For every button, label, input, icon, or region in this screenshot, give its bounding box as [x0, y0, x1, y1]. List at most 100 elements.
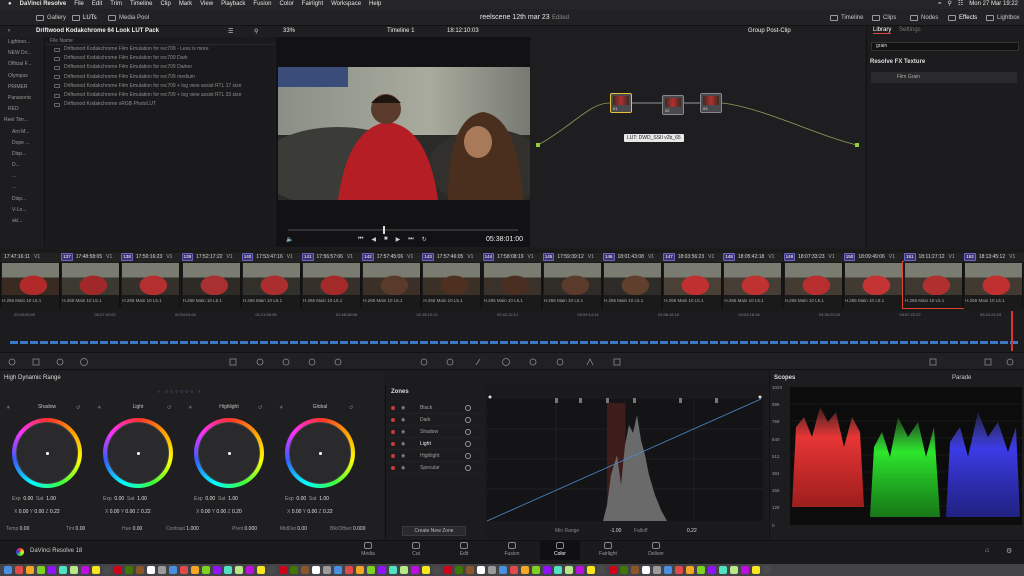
clip-thumbnail[interactable]: 17:47:16:11 V1 H.265 Main 10 L5.1 [0, 253, 61, 308]
dock-app-icon[interactable] [279, 566, 287, 574]
dock-app-icon[interactable] [741, 566, 749, 574]
zone-select-icon[interactable] [465, 417, 471, 423]
folder-item[interactable]: ski... [0, 216, 44, 227]
menu-trim[interactable]: Trim [110, 0, 122, 9]
clip-thumbnail[interactable]: 140 17:53:47:16 V1 H.265 Main 10 L5.1 [240, 253, 302, 308]
dock-app-icon[interactable] [81, 566, 89, 574]
dock-app-icon[interactable] [499, 566, 507, 574]
menu-file[interactable]: File [74, 0, 84, 9]
zone-select-icon[interactable] [465, 465, 471, 471]
exp-sat-row[interactable]: Exp 0.00 Sat 1.00 [103, 496, 147, 502]
z-value[interactable]: 0.20 [232, 509, 242, 515]
wheel-puck[interactable] [319, 452, 322, 455]
exp-value[interactable]: 0.00 [296, 496, 306, 502]
lut-item[interactable]: Driftwood Kodakchrome Film Emulation for… [46, 82, 274, 91]
dock-app-icon[interactable] [752, 566, 760, 574]
y-value[interactable]: 0.00 [125, 509, 135, 515]
node-02[interactable]: 02 [662, 95, 684, 115]
zone-enable-icon[interactable] [391, 442, 395, 446]
xyz-row[interactable]: X 0.00 Y 0.00 Z 0.22 [14, 509, 60, 515]
lut-item[interactable]: Driftwood Kodakchrome Film Emulation for… [46, 45, 274, 54]
zone-curve[interactable] [485, 385, 768, 539]
lut-item[interactable]: Driftwood Kodakchrome Film Emulation for… [46, 73, 274, 82]
reset-icon[interactable]: ↺ [76, 405, 80, 411]
zone-enable-icon[interactable] [391, 430, 395, 434]
clip-thumbnail[interactable]: 141 17:56:57:06 V1 H.265 Main 10 L5.1 [301, 253, 362, 308]
clip-thumbnail[interactable]: 139 17:52:17:22 V1 H.265 Main 10 L5.1 [180, 253, 242, 308]
timeline-toggle[interactable]: Timeline [830, 12, 863, 23]
mini-timeline[interactable]: 00:00:00:00 00:27:02:02 00:54:04:04 01:21:0… [0, 311, 1024, 351]
folder-item[interactable]: NEW Dri... [0, 48, 44, 59]
sat-value[interactable]: 1.00 [137, 496, 147, 502]
reset-icon[interactable]: ↺ [167, 405, 171, 411]
lut-search-icon[interactable]: ⚲ [254, 28, 258, 35]
x-value[interactable]: 0.00 [201, 509, 211, 515]
clip-thumbnail[interactable]: 150 18:09:49:06 V1 H.265 Main 10 L5.1 [842, 253, 904, 308]
menu-timeline[interactable]: Timeline [130, 0, 152, 9]
menu-workspace[interactable]: Workspace [331, 0, 361, 9]
settings-tab[interactable]: Settings [899, 27, 921, 33]
menu-edit[interactable]: Edit [92, 0, 102, 9]
dock-app-icon[interactable] [301, 566, 309, 574]
hdr-page-dots[interactable]: ‹ ○○○○○○ › [158, 389, 202, 395]
play-icon[interactable]: ▶ [396, 236, 401, 243]
dock-app-icon[interactable] [620, 566, 628, 574]
zone-select-icon[interactable] [465, 453, 471, 459]
menu-fusion[interactable]: Fusion [253, 0, 271, 9]
clock[interactable]: Mon 27 Mar 19:22 [969, 0, 1018, 9]
dock-app-icon[interactable] [125, 566, 133, 574]
dock-app-icon[interactable] [378, 566, 386, 574]
dock-app-icon[interactable] [664, 566, 672, 574]
zone-visibility-icon[interactable]: ◉ [401, 438, 405, 450]
stop-icon[interactable]: ■ [384, 236, 388, 243]
last-frame-icon[interactable]: ⏭ [408, 236, 413, 243]
reset-icon[interactable]: ↺ [349, 405, 353, 411]
wheel-zone-icon[interactable]: ☀ [188, 405, 192, 411]
effects-toggle[interactable]: Effects [948, 12, 977, 23]
dock-app-icon[interactable] [631, 566, 639, 574]
sat-value[interactable]: 1.00 [46, 496, 56, 502]
folder-item[interactable]: PRIMER [0, 82, 44, 93]
dock-app-icon[interactable] [169, 566, 177, 574]
dock-app-icon[interactable] [70, 566, 78, 574]
pivot-param[interactable]: Pivot 0.000 [232, 526, 257, 532]
page-cut[interactable]: Cut [396, 542, 436, 557]
dock-app-icon[interactable] [444, 566, 452, 574]
app-menu[interactable]: DaVinci Resolve [20, 0, 67, 9]
folder-item[interactable]: V-Lo... [0, 205, 44, 216]
speaker-icon[interactable]: 🔈 [286, 236, 293, 243]
node-mode-dropdown[interactable]: Group Post-Clip [748, 28, 791, 34]
dock-app-icon[interactable] [48, 566, 56, 574]
exp-sat-row[interactable]: Exp 0.00 Sat 1.00 [194, 496, 238, 502]
create-zone-button[interactable]: Create New Zone [402, 526, 466, 536]
luts-button[interactable]: LUTs [72, 12, 97, 23]
dock-app-icon[interactable] [554, 566, 562, 574]
folder-item[interactable]: ... [0, 171, 44, 182]
folder-item[interactable]: RED [0, 104, 44, 115]
control-center-icon[interactable]: ☷ [958, 0, 963, 9]
folder-item[interactable]: Dope ... [0, 138, 44, 149]
exp-value[interactable]: 0.00 [114, 496, 124, 502]
xyz-row[interactable]: X 0.00 Y 0.00 Z 0.22 [105, 509, 151, 515]
clip-thumbnail[interactable]: 145 17:59:39:12 V1 H.265 Main 10 L5.1 [541, 253, 603, 308]
page-fusion[interactable]: Fusion [492, 542, 532, 557]
dock-app-icon[interactable] [686, 566, 694, 574]
dock-app-icon[interactable] [400, 566, 408, 574]
dock-app-icon[interactable] [675, 566, 683, 574]
settings-gear-icon[interactable]: ⚙ [1006, 547, 1012, 555]
z-value[interactable]: 0.22 [141, 509, 151, 515]
dock-app-icon[interactable] [367, 566, 375, 574]
reverse-icon[interactable]: ◀ [371, 236, 376, 243]
timeline-playhead[interactable] [1011, 311, 1013, 351]
zone-specular[interactable]: ◉ Specular [387, 462, 483, 474]
zone-enable-icon[interactable] [391, 466, 395, 470]
dock-app-icon[interactable] [26, 566, 34, 574]
dock-app-icon[interactable] [642, 566, 650, 574]
zone-visibility-icon[interactable]: ◉ [401, 450, 405, 462]
tint-param[interactable]: Tint 0.00 [66, 526, 85, 532]
exp-sat-row[interactable]: Exp 0.00 Sat 1.00 [285, 496, 329, 502]
folder-item[interactable]: Disp... [0, 194, 44, 205]
y-value[interactable]: 0.00 [307, 509, 317, 515]
lut-item[interactable]: Driftwood Kodakchrome Film Emulation for… [46, 54, 274, 63]
menu-fairlight[interactable]: Fairlight [302, 0, 323, 9]
